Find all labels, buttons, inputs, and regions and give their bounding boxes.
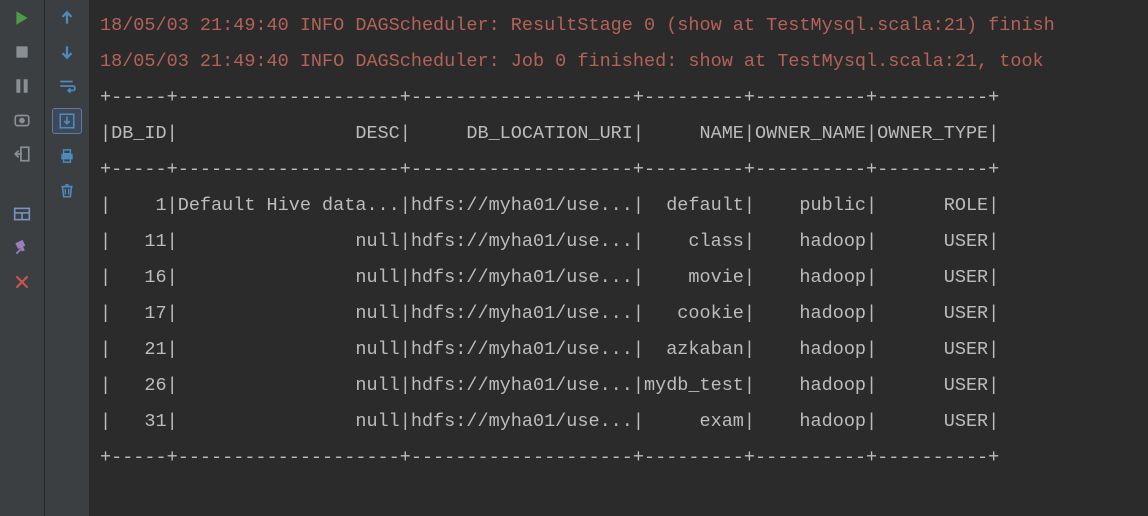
dump-button[interactable] [8, 108, 36, 132]
arrow-down-icon [58, 43, 76, 61]
pin-button[interactable] [8, 236, 36, 260]
arrow-up-icon [58, 9, 76, 27]
console-output: 18/05/03 21:49:40 INFO DAGScheduler: Res… [90, 0, 1148, 516]
arrow-up-button[interactable] [53, 6, 81, 30]
arrow-down-button[interactable] [53, 40, 81, 64]
trash-icon [58, 181, 76, 199]
stop-button[interactable] [8, 40, 36, 64]
exit-icon [13, 145, 31, 163]
close-button[interactable] [8, 270, 36, 294]
run-icon [13, 9, 31, 27]
layout-button[interactable] [8, 202, 36, 226]
layout-icon [13, 205, 31, 223]
console-text: 18/05/03 21:49:40 INFO DAGScheduler: Res… [100, 8, 1148, 476]
close-icon [13, 273, 31, 291]
pause-icon [13, 77, 31, 95]
tool-gutter-left [0, 0, 45, 516]
pause-button[interactable] [8, 74, 36, 98]
print-icon [58, 147, 76, 165]
exit-button[interactable] [8, 142, 36, 166]
pin-icon [13, 239, 31, 257]
soft-wrap-icon [58, 77, 76, 95]
run-button[interactable] [8, 6, 36, 30]
dump-icon [13, 111, 31, 129]
print-button[interactable] [53, 144, 81, 168]
tool-gutter-right [45, 0, 90, 516]
trash-button[interactable] [53, 178, 81, 202]
soft-wrap-button[interactable] [53, 74, 81, 98]
scroll-to-end-icon [58, 112, 76, 130]
scroll-to-end-button[interactable] [52, 108, 82, 134]
stop-icon [13, 43, 31, 61]
